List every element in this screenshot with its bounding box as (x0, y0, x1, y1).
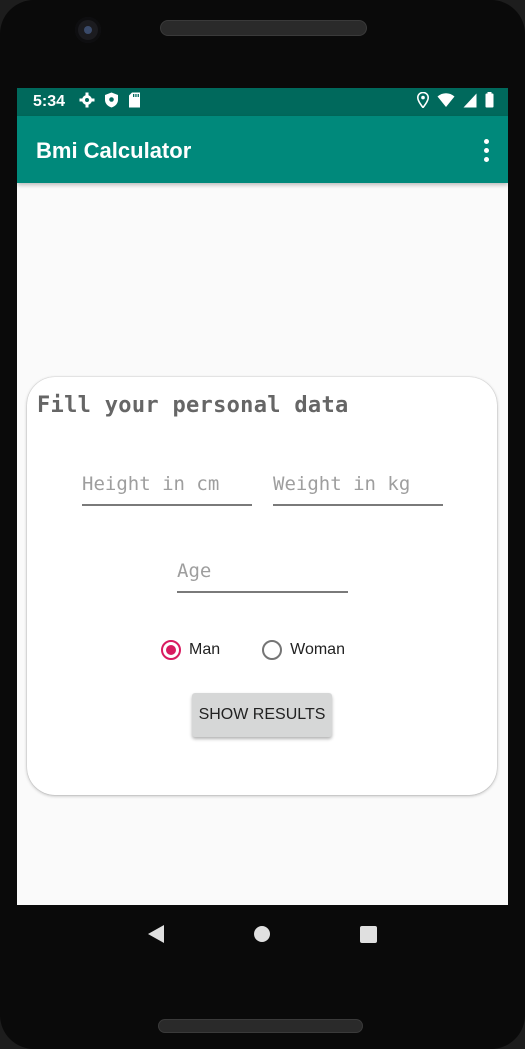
show-results-button[interactable]: SHOW RESULTS (192, 693, 332, 737)
status-icons-right (417, 92, 494, 108)
app-bar: Bmi Calculator (17, 116, 508, 183)
back-icon[interactable] (148, 925, 164, 943)
bottom-speaker (158, 1019, 363, 1033)
status-icons-left (79, 92, 141, 108)
personal-data-card: Fill your personal data Man Woman SHOW R… (27, 377, 497, 795)
radio-unchecked-icon[interactable] (262, 640, 283, 660)
location-icon (417, 92, 429, 108)
radio-woman[interactable]: Woman (262, 640, 345, 660)
card-title: Fill your personal data (37, 393, 349, 418)
radio-checked-icon[interactable] (161, 640, 181, 660)
more-vert-icon[interactable] (474, 136, 498, 164)
height-input[interactable] (82, 470, 252, 506)
app-title: Bmi Calculator (36, 138, 192, 163)
weight-input[interactable] (273, 470, 443, 506)
radio-woman-label: Woman (290, 641, 345, 658)
age-input[interactable] (177, 557, 348, 593)
battery-icon (485, 92, 494, 108)
screen: 5:34 Bmi Calculator Fill your personal d… (17, 88, 508, 905)
recents-icon[interactable] (360, 925, 377, 943)
earpiece-speaker (160, 20, 367, 36)
front-camera (75, 17, 101, 43)
gear-icon (79, 92, 95, 108)
radio-man-label: Man (189, 641, 221, 658)
status-time: 5:34 (33, 93, 66, 110)
navigation-bar (17, 905, 508, 963)
sd-card-icon (129, 92, 140, 108)
signal-icon (463, 93, 477, 107)
shield-icon (105, 92, 118, 108)
phone-frame: 5:34 Bmi Calculator Fill your personal d… (0, 0, 525, 1049)
radio-man[interactable]: Man (161, 640, 220, 660)
wifi-icon (437, 92, 455, 107)
gender-radio-group: Man Woman (161, 640, 345, 660)
status-bar: 5:34 (17, 88, 508, 116)
home-icon[interactable] (254, 926, 270, 942)
